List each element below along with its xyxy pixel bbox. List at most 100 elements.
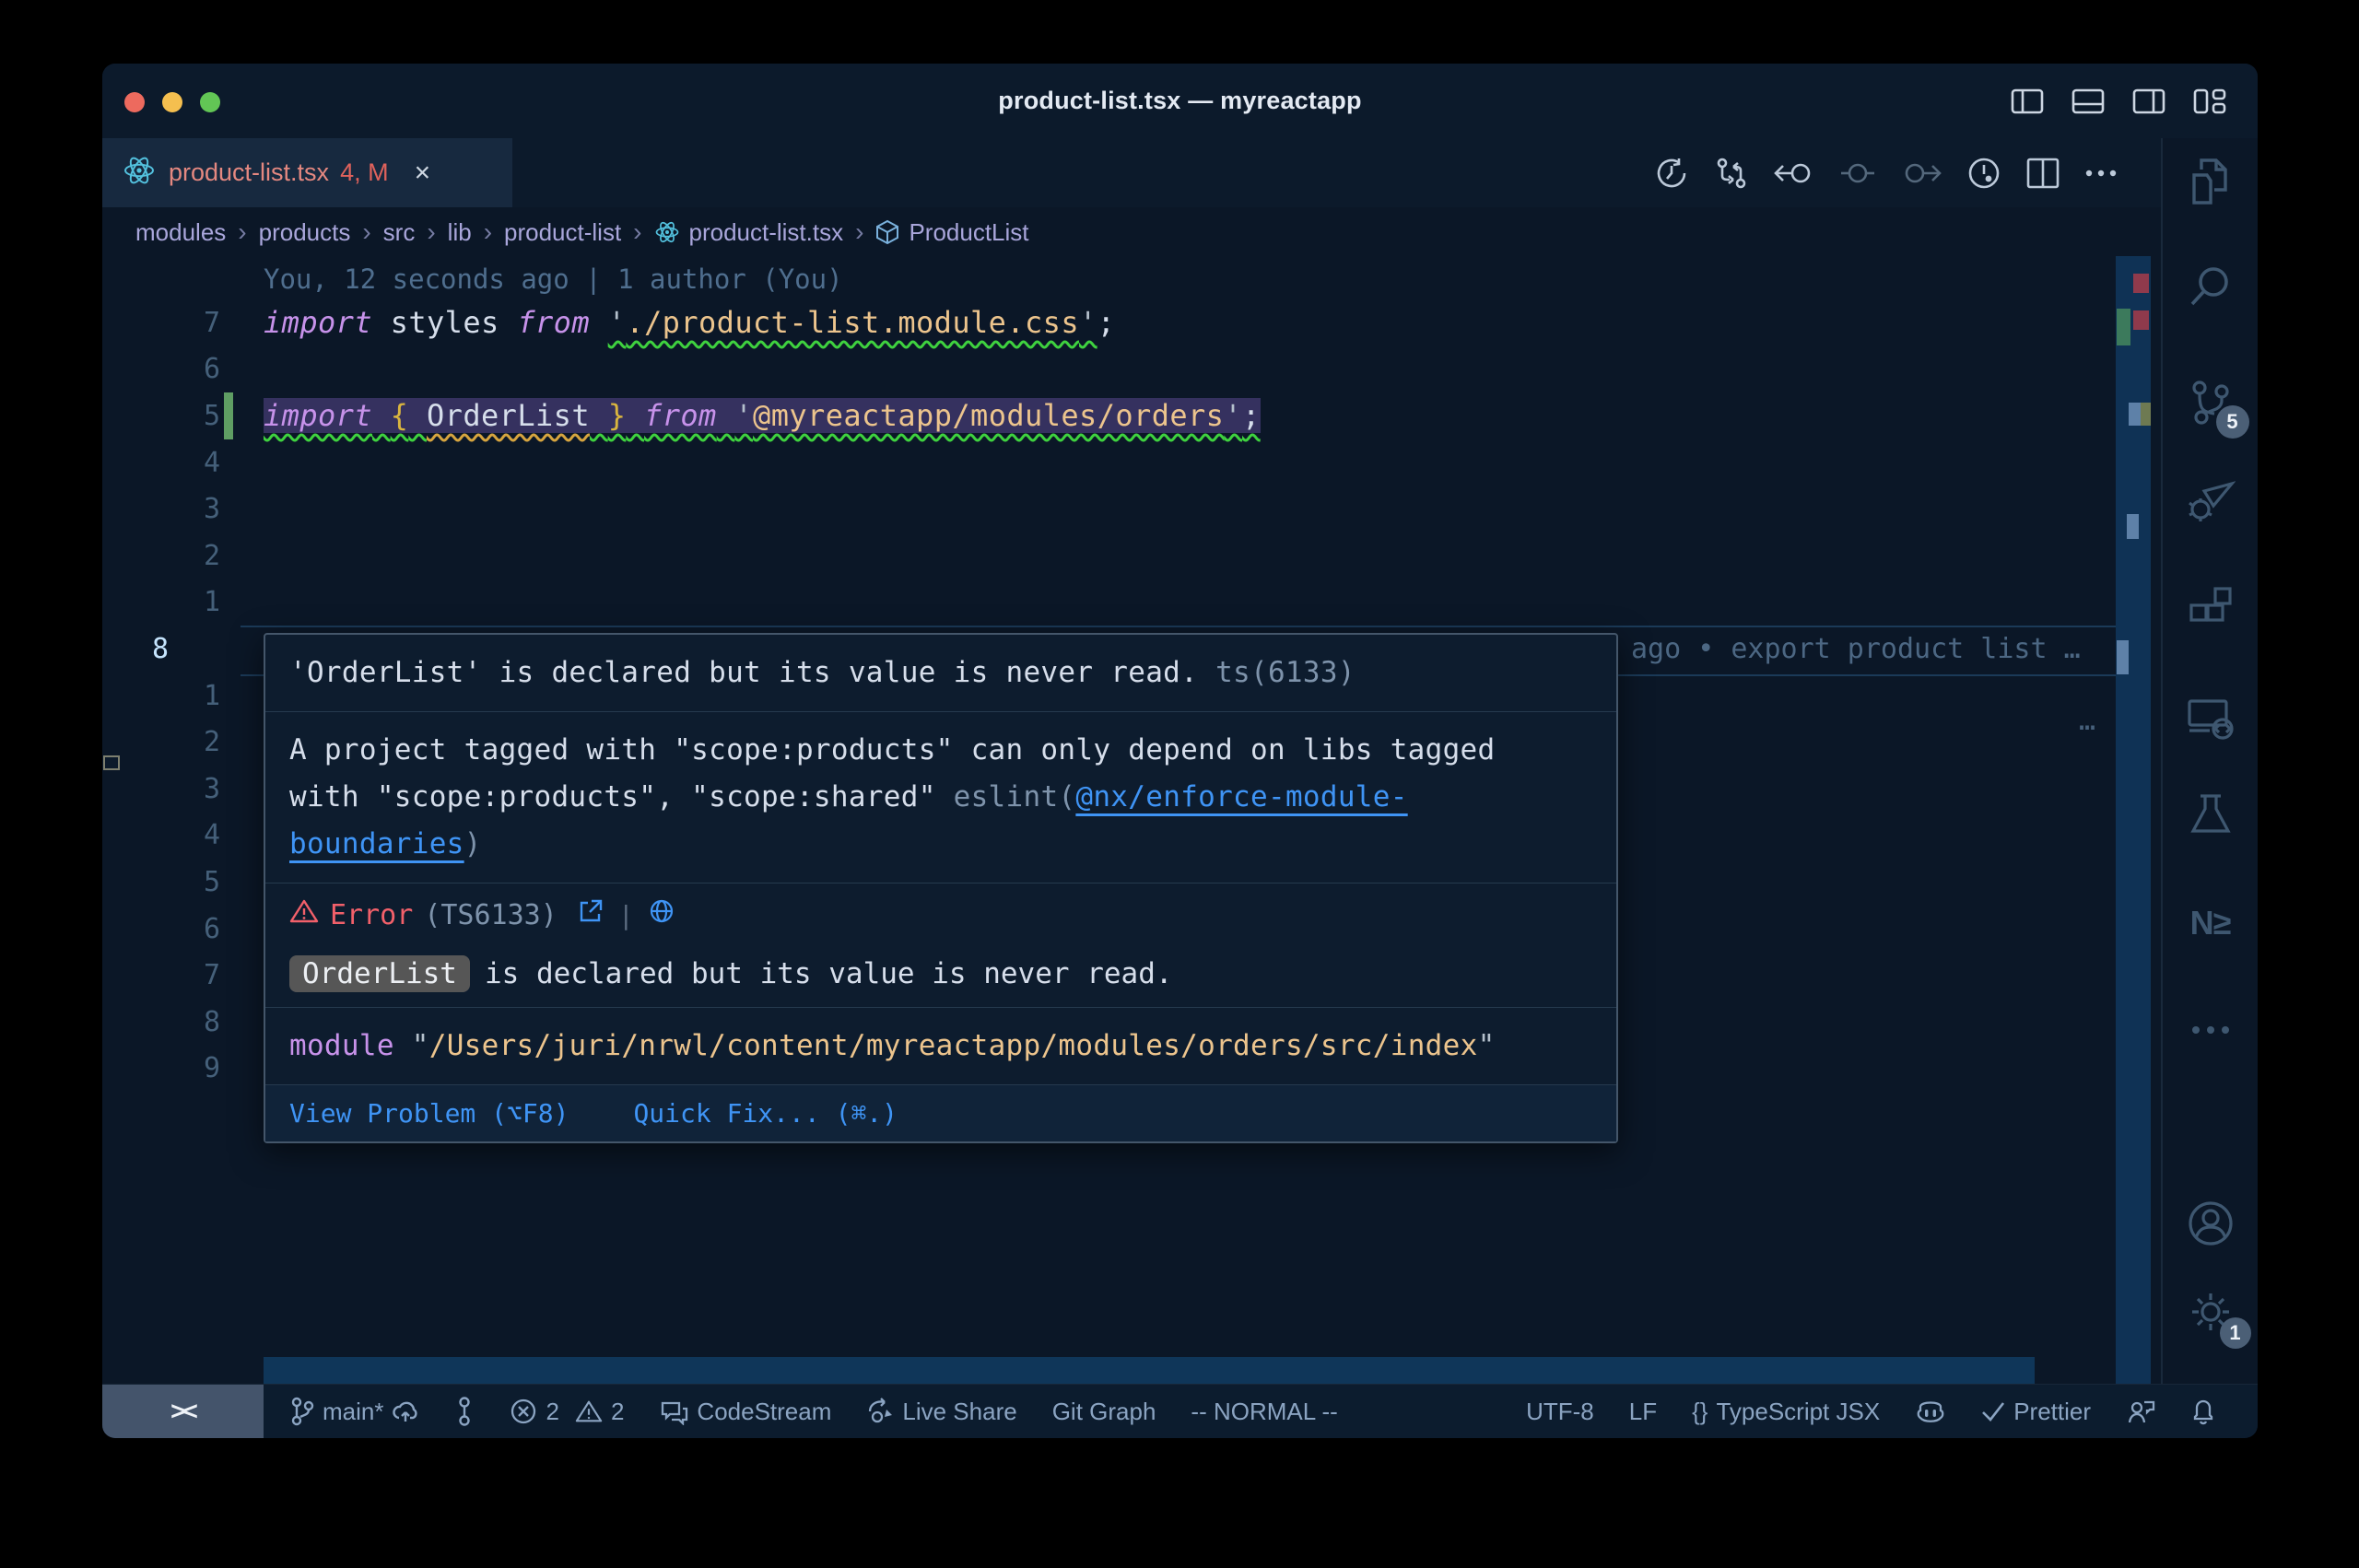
copilot-item[interactable] [1897, 1385, 1964, 1438]
split-editor-icon[interactable] [2026, 158, 2060, 189]
problems-item[interactable]: 2 2 [492, 1385, 641, 1438]
toggle-primary-sidebar-icon[interactable] [2011, 88, 2044, 114]
line-number[interactable]: 1 [102, 680, 231, 712]
nx-console-icon[interactable]: N≥ [2183, 895, 2238, 951]
code-line[interactable]: 3 [102, 486, 2116, 532]
breadcrumb-separator: › [484, 217, 492, 247]
line-number[interactable]: 5 [102, 400, 231, 432]
lint-rule-link[interactable]: boundaries [289, 827, 464, 860]
line-number[interactable]: 2 [102, 540, 231, 572]
live-share-item[interactable]: Live Share [849, 1385, 1034, 1438]
line-number[interactable]: 1 [102, 586, 231, 618]
settings-gear-icon[interactable]: 1 [2183, 1284, 2238, 1340]
breadcrumb-src[interactable]: src [383, 218, 416, 247]
lint-rule-link[interactable]: @nx/enforce-module- [1075, 780, 1407, 813]
explorer-icon[interactable] [2183, 153, 2238, 208]
tab-close-icon[interactable]: × [415, 158, 431, 189]
codestream-item[interactable]: CodeStream [641, 1385, 849, 1438]
warning-triangle-icon [289, 898, 319, 931]
view-problem-action[interactable]: View Problem (⌥F8) [289, 1098, 569, 1129]
encoding-item[interactable]: UTF-8 [1508, 1385, 1612, 1438]
quick-fix-action[interactable]: Quick Fix... (⌘.) [633, 1098, 898, 1129]
clipped-text-ellipsis: … [2079, 705, 2095, 737]
title-bar: product-list.tsx — myreactapp [102, 64, 2258, 138]
line-number[interactable]: 4 [102, 819, 231, 851]
previous-change-icon[interactable] [1839, 158, 1876, 189]
git-branch-item[interactable]: main* [273, 1385, 437, 1438]
go-back-icon[interactable] [1774, 158, 1814, 189]
remote-indicator[interactable]: >< [102, 1385, 264, 1438]
line-number[interactable]: 6 [102, 913, 231, 945]
vscode-window: product-list.tsx — myreactapp product-li… [102, 64, 2258, 1438]
remote-explorer-icon[interactable] [2183, 691, 2238, 746]
breadcrumb-products[interactable]: products [259, 218, 351, 247]
code-line[interactable]: 4 [102, 439, 2116, 486]
line-number[interactable]: 2 [102, 726, 231, 758]
line-number[interactable]: 8 [102, 633, 231, 665]
overview-change-mark [2117, 309, 2130, 345]
code-line[interactable]: 1 [102, 579, 2116, 626]
line-number[interactable]: 6 [102, 353, 231, 385]
extensions-icon[interactable] [2183, 580, 2238, 636]
breadcrumb-product-list-file[interactable]: product-list.tsx [689, 218, 844, 247]
encoding-label: UTF-8 [1526, 1398, 1594, 1426]
breadcrumb-product-list-folder[interactable]: product-list [504, 218, 621, 247]
vim-mode-indicator[interactable]: -- NORMAL -- [1173, 1385, 1355, 1438]
overview-selection-mark [2129, 403, 2141, 426]
file-history-icon[interactable] [1966, 156, 2001, 191]
line-number[interactable]: 7 [102, 959, 231, 991]
warning-count: 2 [611, 1398, 624, 1426]
timeline-icon[interactable] [1654, 156, 1689, 191]
line-number[interactable]: 3 [102, 773, 231, 805]
breadcrumb-modules[interactable]: modules [135, 218, 226, 247]
code-line[interactable]: 2 [102, 532, 2116, 579]
toggle-panel-icon[interactable] [2071, 88, 2105, 114]
more-actions-icon[interactable] [2084, 169, 2118, 178]
gutter-modified-indicator [224, 392, 233, 439]
globe-icon[interactable] [649, 898, 675, 931]
vertical-scrollbar[interactable] [2116, 256, 2151, 1384]
formatter-item[interactable]: Prettier [1964, 1385, 2108, 1438]
breadcrumb-separator: › [238, 217, 246, 247]
feedback-icon[interactable] [2108, 1385, 2173, 1438]
code-line[interactable]: 6 [102, 346, 2116, 393]
search-icon[interactable] [2183, 258, 2238, 313]
horizontal-scrollbar[interactable] [264, 1357, 2035, 1384]
line-number[interactable]: 8 [102, 1006, 231, 1038]
line-number[interactable]: 7 [102, 307, 231, 339]
branch-name: main* [323, 1398, 383, 1426]
breadcrumb-symbol-productlist[interactable]: ProductList [909, 218, 1028, 247]
accounts-icon[interactable] [2183, 1196, 2238, 1251]
line-number[interactable]: 5 [102, 866, 231, 898]
commit-graph-item[interactable] [437, 1385, 492, 1438]
additional-views-icon[interactable] [2183, 1002, 2238, 1058]
code-editor[interactable]: You, 12 seconds ago | 1 author (You) 7im… [102, 257, 2116, 1384]
next-change-icon[interactable] [1901, 158, 1942, 189]
open-external-icon[interactable] [578, 898, 604, 931]
open-changes-icon[interactable] [1714, 156, 1749, 191]
toggle-secondary-sidebar-icon[interactable] [2132, 88, 2165, 114]
eol-item[interactable]: LF [1612, 1385, 1674, 1438]
customize-layout-icon[interactable] [2193, 88, 2226, 114]
overview-selection-mark [2117, 640, 2129, 674]
language-label: TypeScript JSX [1716, 1398, 1880, 1426]
lint-source: eslint( [954, 780, 1076, 813]
breadcrumb-lib[interactable]: lib [448, 218, 472, 247]
breadcrumb-separator: › [427, 217, 435, 247]
line-number[interactable]: 9 [102, 1052, 231, 1084]
language-mode-item[interactable]: {} TypeScript JSX [1674, 1385, 1897, 1438]
tab-product-list[interactable]: product-list.tsx 4, M × [102, 138, 512, 207]
testing-icon[interactable] [2183, 789, 2238, 844]
source-control-icon[interactable]: 5 [2183, 376, 2238, 431]
symbol-cube-icon [875, 219, 899, 252]
tab-problems-modified-badge: 4, M [340, 158, 389, 187]
git-graph-item[interactable]: Git Graph [1035, 1385, 1174, 1438]
line-number[interactable]: 3 [102, 493, 231, 525]
tooltip-resize-grip[interactable] [103, 755, 120, 770]
code-line[interactable]: 7import styles from './product-list.modu… [102, 299, 2116, 346]
diagnostic-code: ts(6133) [1215, 656, 1356, 689]
run-debug-icon[interactable] [2183, 474, 2238, 529]
notifications-bell-icon[interactable] [2173, 1385, 2234, 1438]
code-line[interactable]: 5import { OrderList } from '@myreactapp/… [102, 392, 2116, 439]
line-number[interactable]: 4 [102, 447, 231, 479]
